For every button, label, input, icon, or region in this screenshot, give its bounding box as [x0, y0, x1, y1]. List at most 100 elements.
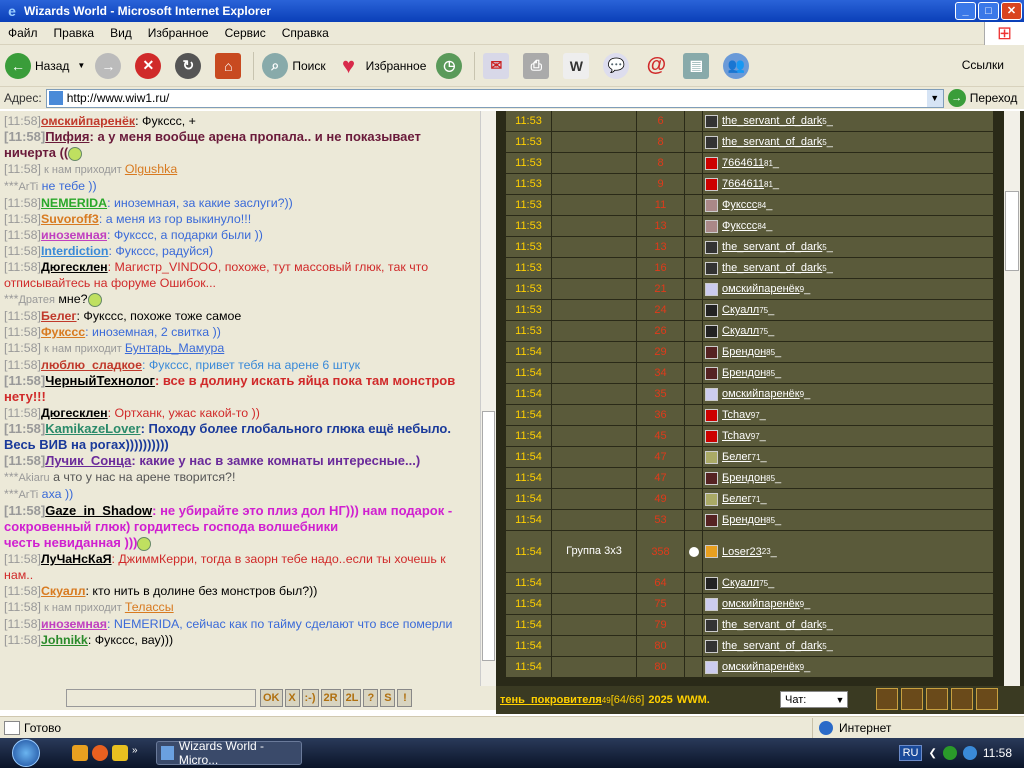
- chat-username[interactable]: Johnikk: [41, 633, 88, 647]
- battle-player[interactable]: Фукссс 84 _: [703, 216, 994, 236]
- links-label[interactable]: Ссылки: [962, 58, 1004, 72]
- private-sender[interactable]: ArTi: [18, 181, 38, 193]
- player-name-link[interactable]: the_servant_of_dark: [722, 136, 822, 148]
- scroll-game-icon[interactable]: [901, 688, 923, 710]
- battle-player[interactable]: 7664611 81 _: [703, 153, 994, 173]
- stop-button[interactable]: ✕: [130, 49, 170, 83]
- address-input[interactable]: http://www.wiw1.ru/ ▼: [45, 88, 944, 108]
- clock-ql-icon[interactable]: [112, 745, 128, 761]
- tray-expand-icon[interactable]: ❮: [928, 748, 936, 759]
- battle-player[interactable]: Tchav 97 _: [703, 405, 994, 425]
- player-name-link[interactable]: омскийпаренёк: [722, 661, 800, 673]
- chat-username[interactable]: ЛуЧаНсКаЯ: [41, 552, 112, 566]
- chat-button[interactable]: 2L: [342, 689, 362, 707]
- player-name[interactable]: тень_покровителя: [500, 694, 602, 706]
- battle-player[interactable]: Брендон 85 _: [703, 342, 994, 362]
- menu-favorites[interactable]: Избранное: [140, 26, 217, 40]
- battle-player[interactable]: the_servant_of_dark 5 _: [703, 636, 994, 656]
- firefox-icon[interactable]: [92, 745, 108, 761]
- chat-username[interactable]: KamikazeLover: [45, 421, 140, 436]
- player-name-link[interactable]: 7664611: [722, 178, 764, 190]
- chat-select[interactable]: Чат: ▼: [780, 691, 848, 708]
- chat-username[interactable]: Дюгесклен: [41, 406, 108, 420]
- back-button[interactable]: ← Назад ▼: [0, 49, 90, 83]
- book-game-icon[interactable]: [951, 688, 973, 710]
- player-name-link[interactable]: Брендон: [722, 472, 766, 484]
- chat-button[interactable]: ?: [363, 689, 379, 707]
- chat-message-input[interactable]: [66, 689, 256, 707]
- address-dropdown-icon[interactable]: ▼: [926, 89, 943, 107]
- mail-button[interactable]: ✉: [478, 49, 518, 83]
- battle-player[interactable]: Скуалл 75 _: [703, 300, 994, 320]
- player-name-link[interactable]: Брендон: [722, 367, 766, 379]
- chat-username[interactable]: Фукссс: [41, 325, 85, 339]
- chat-username[interactable]: иноземная: [41, 228, 107, 242]
- battle-player[interactable]: the_servant_of_dark 5 _: [703, 237, 994, 257]
- battle-player[interactable]: the_servant_of_dark 5 _: [703, 258, 994, 278]
- inventory-game-icon[interactable]: [926, 688, 948, 710]
- battle-player[interactable]: Белег 71 _: [703, 447, 994, 467]
- battle-player[interactable]: омскийпаренёк 9 _: [703, 384, 994, 404]
- chat-username[interactable]: Пифия: [45, 129, 89, 144]
- menu-file[interactable]: Файл: [0, 26, 46, 40]
- player-name-link[interactable]: the_servant_of_dark: [722, 262, 822, 274]
- chat-scroll-thumb[interactable]: [482, 411, 495, 661]
- search-button[interactable]: ⌕ Поиск: [257, 49, 330, 83]
- player-name-link[interactable]: Фукссс: [722, 199, 757, 211]
- history-button[interactable]: ◷: [431, 49, 471, 83]
- battle-player[interactable]: Брендон 85 _: [703, 468, 994, 488]
- player-name-link[interactable]: Tchav: [722, 430, 751, 442]
- player-name-link[interactable]: 7664611: [722, 157, 764, 169]
- battle-player[interactable]: Loser23 23 _: [703, 531, 994, 572]
- battle-player[interactable]: Скуалл 75 _: [703, 321, 994, 341]
- edit-button[interactable]: W: [558, 49, 598, 83]
- go-button[interactable]: → Переход: [944, 89, 1017, 107]
- network-icon[interactable]: [942, 746, 957, 760]
- player-name-link[interactable]: the_servant_of_dark: [722, 241, 822, 253]
- player-name-link[interactable]: омскийпаренёк: [722, 283, 800, 295]
- chat-button[interactable]: 2R: [320, 689, 341, 707]
- menu-tools[interactable]: Сервис: [217, 26, 274, 40]
- discuss-button[interactable]: 💬: [598, 49, 638, 83]
- refresh-game-icon[interactable]: [876, 688, 898, 710]
- battle-player[interactable]: the_servant_of_dark 5 _: [703, 111, 994, 131]
- chat-button[interactable]: S: [380, 689, 396, 707]
- print-button[interactable]: ⎙: [518, 49, 558, 83]
- back-dropdown-icon[interactable]: ▼: [77, 61, 85, 70]
- battle-player[interactable]: the_servant_of_dark 5 _: [703, 615, 994, 635]
- battle-player[interactable]: Фукссс 84 _: [703, 195, 994, 215]
- taskbar-ie-window[interactable]: Wizards World - Micro...: [155, 739, 302, 767]
- player-name-link[interactable]: Брендон: [722, 514, 766, 526]
- start-button[interactable]: [0, 738, 52, 768]
- menu-view[interactable]: Вид: [102, 26, 140, 40]
- player-name-link[interactable]: Tchav: [722, 409, 751, 421]
- private-sender[interactable]: ArTi: [18, 489, 38, 501]
- minimize-button[interactable]: _: [955, 2, 976, 20]
- research-button[interactable]: ▤: [678, 49, 718, 83]
- chat-scrollbar[interactable]: [480, 111, 496, 686]
- chat-username[interactable]: люблю_сладкое: [41, 358, 142, 372]
- chat-username[interactable]: Дюгесклен: [41, 260, 108, 274]
- battle-player[interactable]: омскийпаренёк 9 _: [703, 279, 994, 299]
- chat-username[interactable]: Olgushka: [125, 162, 177, 176]
- battle-player[interactable]: Брендон 85 _: [703, 363, 994, 383]
- language-indicator[interactable]: RU: [898, 745, 923, 761]
- chat-username[interactable]: Бунтарь_Мамура: [125, 341, 224, 355]
- at-button[interactable]: @: [638, 49, 678, 83]
- player-name-link[interactable]: Белег: [722, 493, 752, 505]
- chat-username[interactable]: Телассы: [125, 600, 174, 614]
- messenger-button[interactable]: 👥: [718, 49, 758, 83]
- menu-help[interactable]: Справка: [274, 26, 337, 40]
- mail-ql-icon[interactable]: [72, 745, 88, 761]
- favorites-button[interactable]: ♥ Избранное: [331, 49, 432, 83]
- chat-username[interactable]: Скуалл: [41, 584, 86, 598]
- chat-username[interactable]: ЧерныйТехнолог: [45, 373, 155, 388]
- battle-player[interactable]: Tchav 97 _: [703, 426, 994, 446]
- private-sender[interactable]: Дратея: [18, 294, 54, 306]
- battle-scrollbar[interactable]: [1004, 111, 1020, 686]
- chat-button[interactable]: !: [397, 689, 413, 707]
- player-name-link[interactable]: омскийпаренёк: [722, 598, 800, 610]
- close-button[interactable]: ✕: [1001, 2, 1022, 20]
- player-name-link[interactable]: Скуалл: [722, 325, 759, 337]
- private-sender[interactable]: Akiaru: [18, 472, 49, 484]
